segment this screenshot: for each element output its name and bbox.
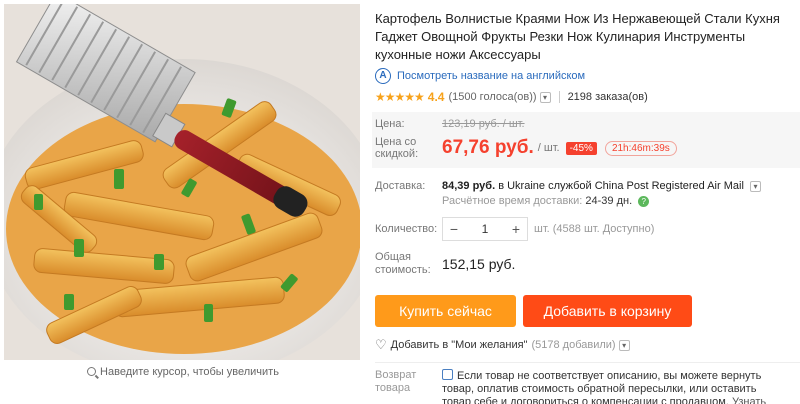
shipping-eta-label: Расчётное время доставки: <box>442 195 583 207</box>
rating-value: 4.4 <box>427 90 445 104</box>
new-price-label-line1: Цена со <box>375 136 417 148</box>
return-label-line2: товара <box>375 382 411 394</box>
decrease-button[interactable]: − <box>443 218 465 240</box>
quantity-row: Количество: − 1 + шт. (4588 шт. Доступно… <box>375 217 795 241</box>
return-policy-text: Если товар не соответствует описанию, вы… <box>442 369 782 404</box>
total-label: Общая стоимость: <box>375 251 442 277</box>
magnifier-icon <box>87 367 97 376</box>
product-image[interactable] <box>4 4 360 360</box>
translate-link[interactable]: A Посмотреть название на английском <box>375 68 795 84</box>
return-policy: Возврат товара Если товар не соответству… <box>375 369 795 404</box>
add-to-cart-button[interactable]: Добавить в корзину <box>523 295 692 327</box>
zoom-hint-text: Наведите курсор, чтобы увеличить <box>100 366 279 378</box>
old-price-label: Цена: <box>375 118 405 130</box>
new-price-label-line2: скидкой: <box>375 148 419 160</box>
translate-icon: A <box>375 68 391 84</box>
price-box: Цена: 123,19 руб. / шт. Цена со скидкой:… <box>372 112 800 168</box>
rating-votes[interactable]: (1500 голоса(ов)) <box>448 91 536 103</box>
product-gallery: Наведите курсор, чтобы увеличить <box>0 0 366 404</box>
total-label-line1: Общая <box>375 251 411 263</box>
purchase-actions: Купить сейчас Добавить в корзину <box>375 295 795 327</box>
rating-row: ★★★★★ 4.4 (1500 голоса(ов)) ▾ 2198 заказ… <box>375 90 795 104</box>
shield-icon <box>442 369 453 380</box>
star-rating-icon: ★★★★★ <box>375 90 425 104</box>
return-policy-body: Если товар не соответствует описанию, вы… <box>442 370 762 404</box>
add-to-wishlist-link[interactable]: Добавить в "Мои желания" <box>391 339 528 351</box>
return-label-line1: Возврат <box>375 369 417 381</box>
wishlist-count: (5178 добавили) <box>531 339 616 351</box>
old-price-row: Цена: 123,19 руб. / шт. <box>375 118 800 130</box>
new-price-row: Цена со скидкой: 67,76 руб. / шт. -45% 2… <box>375 136 800 160</box>
shipping-cost: 84,39 руб. <box>442 180 496 192</box>
quantity-control: − 1 + шт. (4588 шт. Доступно) <box>442 217 654 241</box>
shipping-row: Доставка: 84,39 руб. в Ukraine службой C… <box>375 180 795 207</box>
divider <box>558 91 560 103</box>
quantity-label: Количество: <box>375 222 438 235</box>
help-icon[interactable]: ? <box>638 196 650 207</box>
total-row: Общая стоимость: 152,15 руб. <box>375 251 795 277</box>
chevron-down-icon[interactable]: ▾ <box>539 91 551 103</box>
shipping-method[interactable]: 84,39 руб. в Ukraine службой China Post … <box>442 180 761 192</box>
return-policy-label: Возврат товара <box>375 369 442 404</box>
price-unit: / шт. <box>537 142 560 154</box>
quantity-available: шт. (4588 шт. Доступно) <box>534 223 655 235</box>
buy-now-button[interactable]: Купить сейчас <box>375 295 516 327</box>
quantity-input[interactable]: 1 <box>465 222 505 236</box>
discount-badge: -45% <box>565 141 597 155</box>
old-price: 123,19 руб. / шт. <box>442 118 525 130</box>
zoom-hint: Наведите курсор, чтобы увеличить <box>0 366 366 378</box>
chevron-down-icon[interactable]: ▾ <box>618 339 630 351</box>
shipping-eta-unit: дн. <box>616 195 633 207</box>
product-image-illustration <box>4 4 360 360</box>
new-price-label: Цена со скидкой: <box>375 136 442 160</box>
shipping-eta-days: 24-39 <box>585 195 614 207</box>
product-info: Картофель Волнистые Краями Нож Из Нержав… <box>372 10 800 404</box>
product-title: Картофель Волнистые Краями Нож Из Нержав… <box>375 11 780 62</box>
shipping-destination: в Ukraine службой China Post Registered … <box>498 180 744 192</box>
translate-link-text[interactable]: Посмотреть название на английском <box>397 70 585 82</box>
increase-button[interactable]: + <box>505 218 527 240</box>
sale-timer: 21h:46m:39s <box>604 140 677 156</box>
shipping-label: Доставка: <box>375 180 426 192</box>
new-price: 67,76 руб. <box>442 137 534 158</box>
wishlist-row: ♡ Добавить в "Мои желания" (5178 добавил… <box>375 337 795 353</box>
shipping-eta: Расчётное время доставки: 24-39 дн. ? <box>442 195 761 207</box>
divider <box>375 362 800 363</box>
total-price: 152,15 руб. <box>442 256 516 272</box>
heart-icon[interactable]: ♡ <box>375 337 387 353</box>
quantity-stepper: − 1 + <box>442 217 528 241</box>
orders-count: 2198 заказа(ов) <box>567 91 648 103</box>
chevron-down-icon[interactable]: ▾ <box>749 181 761 192</box>
total-label-line2: стоимость: <box>375 264 431 276</box>
